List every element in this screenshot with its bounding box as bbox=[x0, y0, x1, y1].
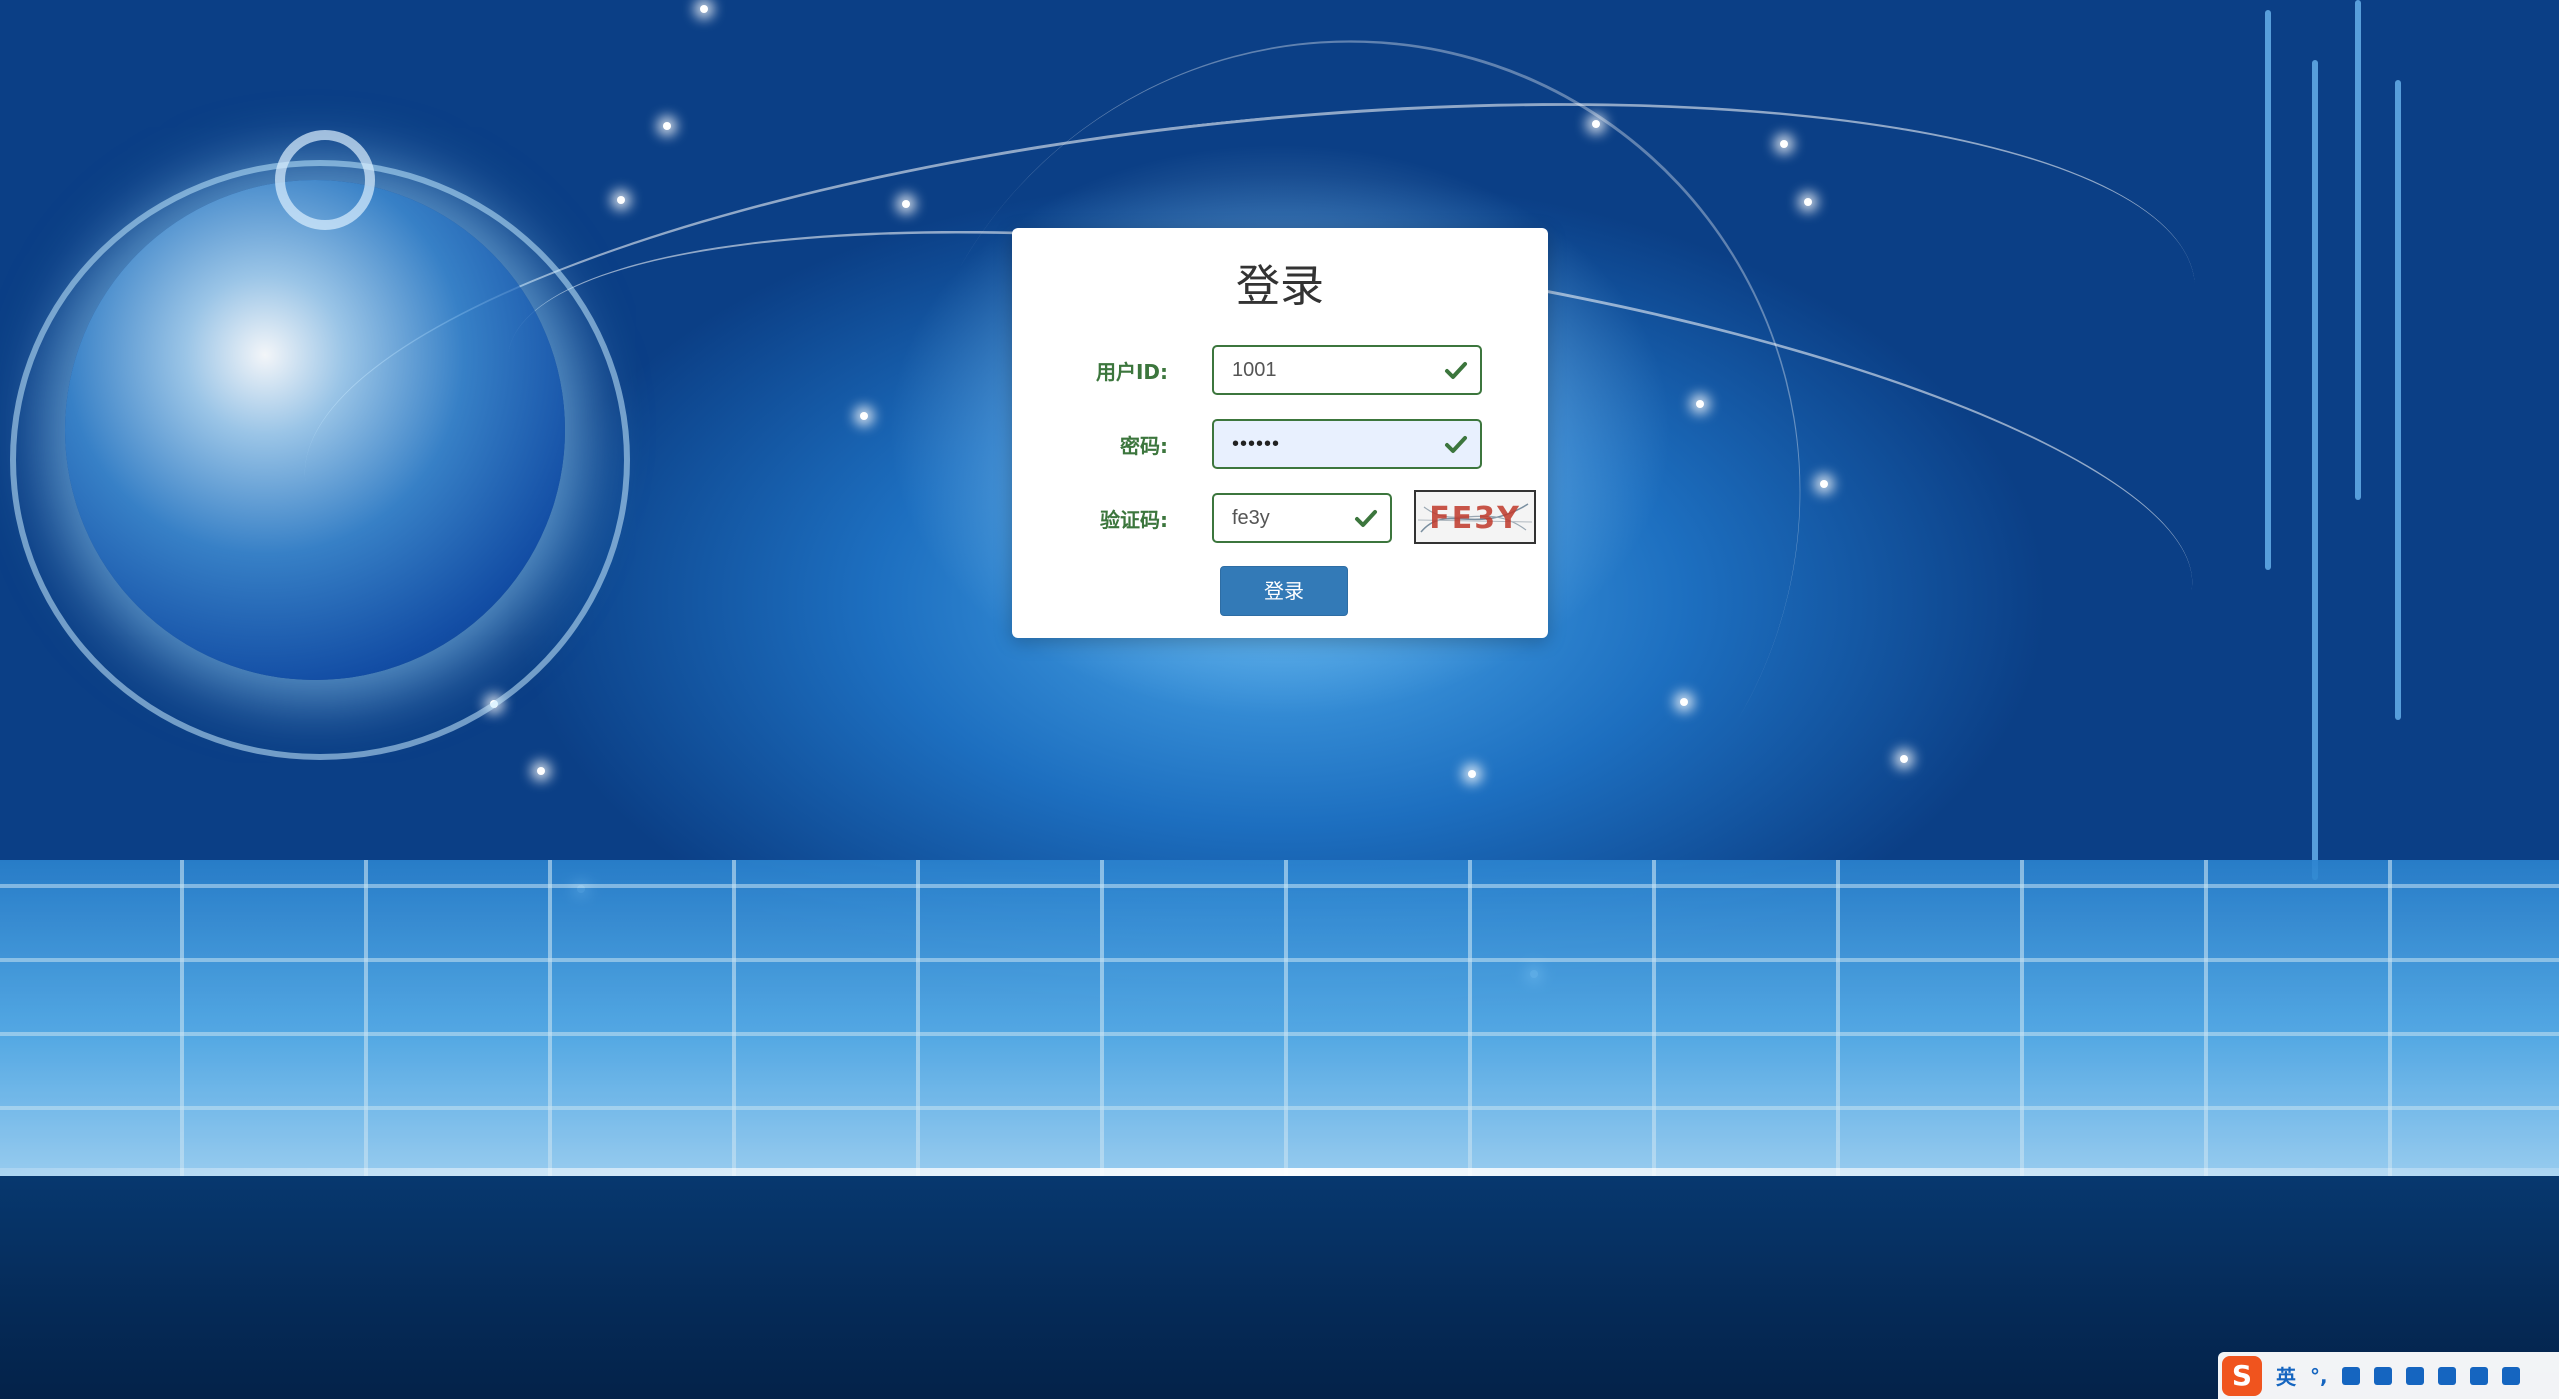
captcha-text: FE3Y bbox=[1429, 501, 1521, 536]
sparkle bbox=[860, 412, 868, 420]
sparkle bbox=[1804, 198, 1812, 206]
captcha-image[interactable]: FE3Y bbox=[1414, 490, 1536, 544]
login-title: 登录 bbox=[1236, 261, 1324, 312]
keyboard-icon[interactable] bbox=[2373, 1366, 2392, 1385]
user-id-input[interactable] bbox=[1214, 347, 1480, 393]
circuit-line bbox=[2395, 80, 2401, 720]
circuit-line bbox=[2265, 10, 2271, 570]
password-label: 密码: bbox=[1120, 434, 1168, 458]
skin-icon[interactable] bbox=[2405, 1366, 2424, 1385]
captcha-field-wrap bbox=[1212, 493, 1392, 543]
password-input[interactable] bbox=[1214, 421, 1480, 467]
sparkle bbox=[1820, 480, 1828, 488]
user-id-label: 用户ID: bbox=[1095, 360, 1168, 384]
sparkle bbox=[1680, 698, 1688, 706]
sparkle bbox=[700, 5, 708, 13]
microphone-icon[interactable] bbox=[2341, 1366, 2360, 1385]
globe-halo-ring bbox=[275, 130, 375, 230]
login-card: 登录 用户ID: 密码: 验证码: FE3Y 登录 bbox=[1012, 228, 1548, 638]
captcha-label: 验证码: bbox=[1100, 508, 1168, 532]
gamepad-icon[interactable] bbox=[2437, 1366, 2456, 1385]
settings-icon[interactable] bbox=[2501, 1366, 2520, 1385]
globe-graphic bbox=[65, 180, 565, 680]
login-button[interactable]: 登录 bbox=[1220, 566, 1348, 616]
ime-mode-toggle[interactable]: 英 bbox=[2276, 1361, 2296, 1390]
sparkle bbox=[617, 196, 625, 204]
grid-floor bbox=[0, 860, 2559, 1180]
circuit-line bbox=[2355, 0, 2361, 500]
ime-toolbar: S 英 °, bbox=[2218, 1352, 2559, 1399]
floor-edge-glow bbox=[0, 1168, 2559, 1176]
sparkle bbox=[663, 122, 671, 130]
circuit-line bbox=[2312, 60, 2318, 880]
ime-punctuation-toggle[interactable]: °, bbox=[2310, 1364, 2328, 1388]
check-icon bbox=[1445, 362, 1467, 379]
check-icon bbox=[1445, 436, 1467, 453]
password-field-wrap bbox=[1212, 419, 1482, 469]
user-id-field-wrap bbox=[1212, 345, 1482, 395]
lower-reflection bbox=[0, 1176, 2559, 1399]
apps-icon[interactable] bbox=[2469, 1366, 2488, 1385]
sparkle bbox=[1780, 140, 1788, 148]
sparkle bbox=[902, 200, 910, 208]
sparkle bbox=[1900, 755, 1908, 763]
sparkle bbox=[1592, 120, 1600, 128]
sparkle bbox=[1696, 400, 1704, 408]
sparkle bbox=[1468, 770, 1476, 778]
check-icon bbox=[1355, 510, 1377, 527]
sparkle bbox=[537, 767, 545, 775]
captcha-graphic: FE3Y bbox=[1417, 501, 1533, 536]
sogou-logo-icon[interactable]: S bbox=[2222, 1355, 2262, 1396]
